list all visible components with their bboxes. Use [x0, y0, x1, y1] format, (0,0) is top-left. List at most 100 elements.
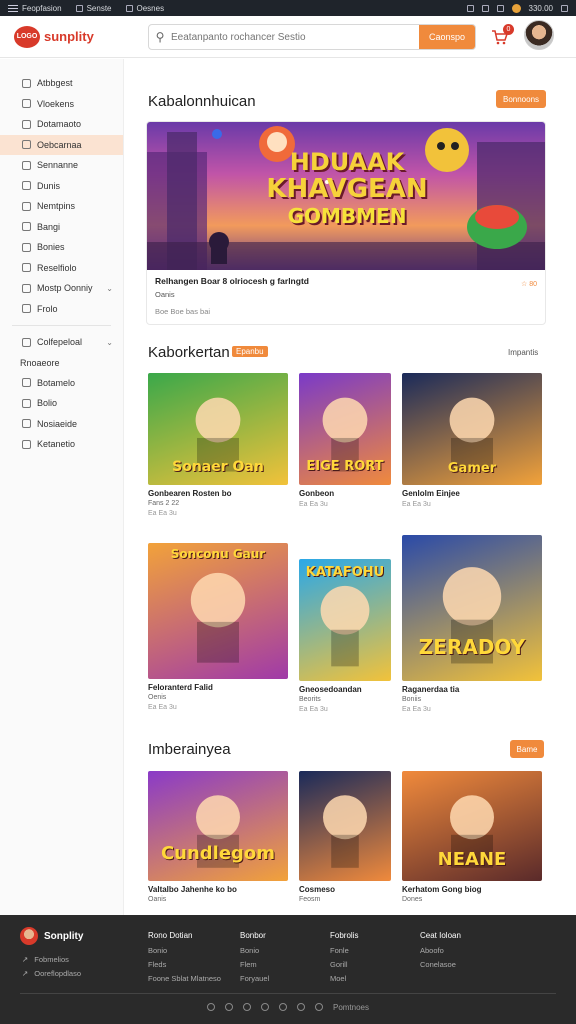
sidebar-item[interactable]: Vloekens — [0, 94, 123, 115]
youtube-icon[interactable] — [260, 1003, 269, 1011]
game-card[interactable]: ZERADOY Raganerdaa tia Boniis Ea Ea 3u — [402, 535, 542, 713]
settings-icon[interactable] — [481, 4, 489, 12]
footer-link[interactable]: Flem — [240, 960, 269, 969]
sidebar-item-collections[interactable]: Colfepeloal ⌄ — [0, 332, 123, 353]
game-meta: Ea Ea 3u — [402, 501, 431, 508]
chevron-down-icon: ⌄ — [106, 283, 113, 293]
sidebar-item-active[interactable]: Oebcarnaa — [0, 134, 123, 155]
cart-button[interactable]: 0 — [490, 24, 514, 46]
game-meta: Ea Ea 3u — [299, 501, 328, 508]
featured-rating: ☆ 80 — [520, 281, 537, 288]
footer-link[interactable]: Fleds — [148, 960, 221, 969]
sidebar-item[interactable]: Reselfiolo — [0, 258, 123, 279]
footer-link[interactable]: Foryauel — [240, 974, 269, 983]
facebook-icon[interactable] — [206, 1003, 215, 1011]
game-subtitle: Beorits — [299, 696, 321, 703]
game-thumbnail: EIGE RORT — [299, 373, 391, 485]
sidebar-item[interactable]: Sennanne — [0, 155, 123, 176]
sidebar-item[interactable]: Atbbgest — [0, 73, 123, 94]
footer-link[interactable]: Bonio — [240, 946, 269, 955]
game-title: Kerhatom Gong biog — [402, 885, 482, 894]
notification-icon[interactable] — [466, 4, 474, 12]
footer-link[interactable]: Foone Sblat Mlatneso — [148, 974, 221, 983]
window-icon — [75, 4, 83, 12]
game-title: Gneosedoandan — [299, 685, 362, 694]
grid-icon — [22, 99, 31, 109]
discord-icon[interactable] — [278, 1003, 287, 1011]
footer-link[interactable]: ↗ Ooreflopdlaso — [22, 969, 81, 978]
featured-card[interactable]: HDUAAK KHAVGEAN GOMBMEN Relhangen Boar 8… — [146, 121, 546, 325]
footer-link[interactable]: Gorill — [330, 960, 358, 969]
footer-link[interactable]: ↗ Fobmelios — [22, 955, 81, 964]
tab-item[interactable]: Oesnes — [125, 4, 164, 13]
game-title: Gonbeon — [299, 489, 335, 498]
thumbnail-title: Cundlegom — [160, 843, 276, 864]
footer-left-links: ↗ Fobmelios ↗ Ooreflopdlaso — [22, 955, 81, 983]
search-bar: ⚲ Caonspo — [148, 24, 476, 50]
game-thumbnail: Gamer — [402, 373, 542, 485]
thumbnail-title: Sonaer Oan — [172, 459, 264, 475]
sidebar-section-title: Rnoaeore — [20, 357, 60, 368]
featured-button[interactable]: Bonnoons — [496, 90, 546, 108]
see-all-link[interactable]: Impantis — [508, 348, 538, 357]
balance-value: 330.00 — [528, 3, 553, 13]
game-card[interactable]: Sonconu Gaur Feloranterd Falid Oenis Ea Ea … — [148, 543, 288, 711]
thumbnail-art — [196, 795, 240, 868]
instagram-icon[interactable] — [242, 1003, 251, 1011]
footer-link[interactable]: Bonio — [148, 946, 221, 955]
tab-item[interactable]: Senste — [75, 4, 112, 13]
game-card[interactable]: NEANE Kerhatom Gong biog Dones — [402, 771, 542, 903]
puzzle-icon — [22, 181, 31, 191]
search-button[interactable]: Caonspo — [419, 25, 475, 49]
folder-icon — [22, 337, 31, 347]
sidebar-sub-item[interactable]: Bolio — [0, 393, 123, 414]
sidebar-item[interactable]: Nemtpins — [0, 196, 123, 217]
sidebar-sub-item[interactable]: Ketanetio — [0, 434, 123, 455]
divider — [12, 325, 111, 326]
home-icon — [22, 78, 31, 88]
thumbnail-title: EIGE RORT — [306, 459, 384, 474]
site-header: LOGO sunplity ⚲ Caonspo 0 — [0, 16, 576, 58]
menu-item[interactable]: Feopfasion — [8, 4, 62, 13]
sidebar-item[interactable]: Dotamaoto — [0, 114, 123, 135]
footer-logo[interactable]: Sonplity — [20, 927, 83, 945]
wifi-icon — [496, 4, 504, 12]
featured-meta: Boe Boe bas bai — [155, 307, 211, 316]
sidebar-item[interactable]: Bangi — [0, 217, 123, 238]
game-card[interactable]: KATAFOHU Gneosedoandan Beorits Ea Ea 3u — [299, 559, 391, 713]
game-card[interactable]: Cosmeso Feosm — [299, 771, 391, 903]
twitter-icon[interactable] — [224, 1003, 233, 1011]
sidebar-item[interactable]: Bonies — [0, 237, 123, 258]
footer-link[interactable]: Conelasoe — [420, 960, 461, 969]
footer-link[interactable]: Moel — [330, 974, 358, 983]
game-meta: Ea Ea 3u — [299, 706, 328, 713]
sidebar-item[interactable]: Frolo — [0, 299, 123, 320]
window-icon — [125, 4, 133, 12]
game-card[interactable]: EIGE RORT Gonbeon Ea Ea 3u — [299, 373, 391, 508]
user-avatar[interactable] — [524, 20, 554, 50]
search-icon: ⚲ — [155, 30, 165, 44]
trending-button[interactable]: Bame — [510, 740, 544, 758]
thumbnail-art — [442, 567, 502, 664]
search-input[interactable] — [171, 31, 419, 43]
account-icon[interactable] — [561, 4, 568, 12]
chevron-down-icon: ⌄ — [106, 337, 113, 347]
game-title: Cosmeso — [299, 885, 336, 894]
game-card[interactable]: Gamer Genlolm Einjee Ea Ea 3u — [402, 373, 542, 508]
settings-icon — [22, 439, 31, 449]
footer-link[interactable]: Aboofo — [420, 946, 461, 955]
twitch-icon[interactable] — [296, 1003, 305, 1011]
sidebar-item[interactable]: Dunis — [0, 176, 123, 197]
site-logo[interactable]: LOGO sunplity — [14, 25, 94, 48]
menu-icon — [8, 4, 18, 12]
game-card[interactable]: Cundlegom Valtalbo Jahenhe ko bo Oanis — [148, 771, 288, 903]
game-thumbnail: KATAFOHU — [299, 559, 391, 681]
game-title: Valtalbo Jahenhe ko bo — [148, 885, 237, 894]
sidebar-item[interactable]: Mostp Oonniy ⌄ — [0, 278, 123, 299]
sidebar-sub-item[interactable]: Nosiaeide — [0, 414, 123, 435]
globe-icon[interactable] — [314, 1003, 323, 1011]
footer-link[interactable]: Fonle — [330, 946, 358, 955]
sidebar-sub-item[interactable]: Botamelo — [0, 373, 123, 394]
game-card[interactable]: Sonaer Oan Gonbearen Rosten bo Fans 2 22 Ea… — [148, 373, 288, 517]
link-icon: ↗ — [22, 955, 29, 964]
